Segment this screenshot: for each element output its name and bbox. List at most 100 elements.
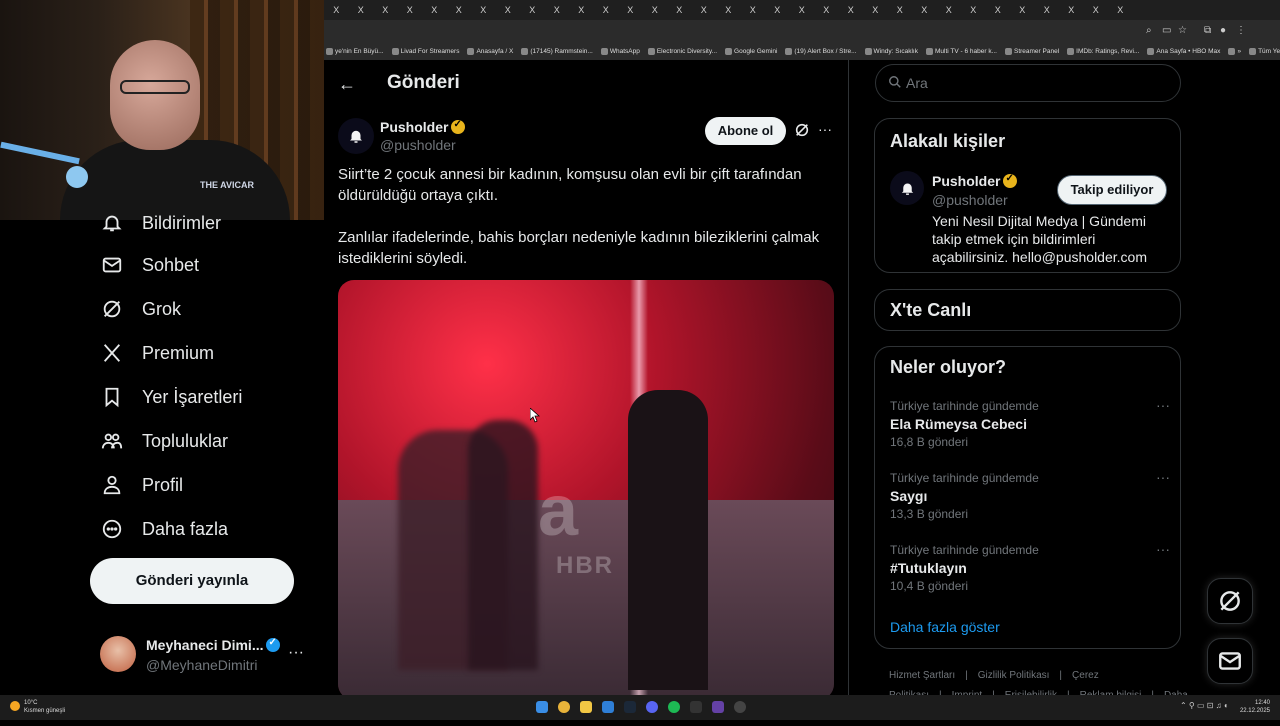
browser-tab[interactable]: X [937, 5, 962, 15]
more-dots-icon[interactable]: ··· [818, 121, 832, 137]
browser-tab[interactable]: X [1010, 5, 1035, 15]
browser-tab[interactable]: X [839, 5, 864, 15]
bookmark-item[interactable]: IMDb: Ratings, Revi... [1067, 47, 1139, 55]
search-input[interactable]: Ara [875, 64, 1181, 102]
browser-tab[interactable]: X [692, 5, 717, 15]
trend-item[interactable]: Türkiye tarihinde gündemde Ela Rümeysa C… [890, 397, 1170, 449]
bookmark-item[interactable]: Ana Sayfa • HBO Max [1147, 47, 1220, 55]
browser-tab[interactable]: X [741, 5, 766, 15]
browser-tab[interactable]: X [716, 5, 741, 15]
nav-item-more[interactable]: Daha fazla [100, 517, 228, 541]
nav-item-bookmarks[interactable]: Yer İşaretleri [100, 385, 242, 409]
nav-item-notifications[interactable]: Bildirimler [100, 211, 221, 235]
star-icon[interactable]: ☆ [1178, 25, 1187, 36]
trend-item[interactable]: Türkiye tarihinde gündemde Saygı 13,3 B … [890, 469, 1170, 521]
more-dots-icon[interactable]: ··· [1156, 469, 1170, 485]
grok-icon[interactable] [794, 122, 810, 143]
browser-tab[interactable]: X [520, 5, 545, 15]
app-icon[interactable] [690, 701, 702, 713]
bookmark-item[interactable]: (19) Alert Box / Stre... [785, 47, 857, 55]
more-dots-icon[interactable]: ··· [1156, 541, 1170, 557]
account-avatar[interactable] [338, 118, 374, 154]
browser-tab[interactable]: X [447, 5, 472, 15]
system-tray[interactable]: ⌃ ⚲ ▭ ⊡ ♫ ◐ [1180, 701, 1229, 710]
x-live-card[interactable]: X'te Canlı [874, 289, 1181, 331]
related-avatar[interactable] [890, 171, 924, 205]
grok-fab-button[interactable] [1207, 578, 1253, 624]
browser-tab[interactable]: X [398, 5, 423, 15]
browser-tab[interactable]: X [888, 5, 913, 15]
related-handle[interactable]: @pusholder [932, 192, 1008, 208]
bookmark-item[interactable]: WhatsApp [600, 47, 640, 55]
browser-tab[interactable]: X [324, 5, 349, 15]
profile-avatar-icon[interactable]: ● [1220, 25, 1226, 36]
browser-tab[interactable]: X [422, 5, 447, 15]
nav-item-premium[interactable]: Premium [100, 341, 214, 365]
browser-tab[interactable]: X [618, 5, 643, 15]
browser-tab[interactable]: X [814, 5, 839, 15]
bookmark-item[interactable]: Google Gemini [725, 47, 777, 55]
nav-item-grok[interactable]: Grok [100, 297, 181, 321]
bookmark-item[interactable]: Streamer Panel [1004, 47, 1059, 55]
clock[interactable]: 12:40 22.12.2025 [1240, 699, 1270, 715]
following-button[interactable]: Takip ediliyor [1057, 175, 1167, 205]
messages-fab-button[interactable] [1207, 638, 1253, 684]
zoom-icon[interactable]: ⌕ [1146, 25, 1152, 36]
cast-icon[interactable]: ▭ [1162, 25, 1171, 36]
browser-tab[interactable]: X [471, 5, 496, 15]
browser-tab[interactable]: X [373, 5, 398, 15]
app-icon[interactable] [712, 701, 724, 713]
bookmark-item[interactable]: Livad For Streamers [391, 47, 459, 55]
bookmark-item[interactable]: Electronic Diversity... [647, 47, 717, 55]
more-dots-icon[interactable]: ··· [1156, 397, 1170, 413]
more-dots-icon[interactable]: ··· [288, 644, 304, 662]
app-icon[interactable] [602, 701, 614, 713]
browser-tab[interactable]: X [1035, 5, 1060, 15]
browser-tab[interactable]: X [1084, 5, 1109, 15]
footer-link[interactable]: Hizmet Şartları [889, 670, 955, 681]
chrome-icon[interactable] [558, 701, 570, 713]
discord-icon[interactable] [646, 701, 658, 713]
footer-link[interactable]: Gizlilik Politikası [978, 670, 1050, 681]
browser-tab[interactable]: X [667, 5, 692, 15]
browser-tab[interactable]: X [1059, 5, 1084, 15]
bookmark-item[interactable]: Anasayfa / X [467, 47, 513, 55]
post-video[interactable]: a HBR [338, 280, 834, 695]
bookmark-item[interactable]: Multi TV - 6 haber k... [925, 47, 997, 55]
account-name[interactable]: Pusholder [380, 119, 466, 135]
extensions-icon[interactable]: ⧉ [1204, 25, 1211, 36]
bookmark-item[interactable]: Windy: Sıcaklık [864, 47, 918, 55]
browser-tab[interactable]: X [912, 5, 937, 15]
folder-icon[interactable] [580, 701, 592, 713]
post-button[interactable]: Gönderi yayınla [90, 558, 294, 604]
bookmark-item[interactable]: » [1228, 47, 1241, 55]
bookmark-item[interactable]: Tüm Yer İşaretleri [1249, 47, 1280, 55]
browser-tab[interactable]: X [1108, 5, 1133, 15]
start-icon[interactable] [536, 701, 548, 713]
bookmark-item[interactable]: ye'nin En Büyü... [326, 47, 384, 55]
spotify-icon[interactable] [668, 701, 680, 713]
browser-tab[interactable]: X [863, 5, 888, 15]
browser-tab[interactable]: X [594, 5, 619, 15]
bookmark-item[interactable]: (17145) Rammstein... [521, 47, 593, 55]
account-switcher[interactable]: Meyhaneci Dimi... @MeyhaneDimitri ··· [100, 636, 310, 676]
subscribe-button[interactable]: Abone ol [705, 117, 786, 145]
account-handle[interactable]: @pusholder [380, 137, 456, 153]
browser-tab[interactable]: X [349, 5, 374, 15]
browser-tab[interactable]: X [643, 5, 668, 15]
browser-tab[interactable]: X [961, 5, 986, 15]
nav-item-communities[interactable]: Topluluklar [100, 429, 228, 453]
nav-item-profile[interactable]: Profil [100, 473, 183, 497]
menu-icon[interactable]: ⋮ [1236, 25, 1246, 36]
browser-tab[interactable]: X [790, 5, 815, 15]
nav-item-chat[interactable]: Sohbet [100, 253, 199, 277]
browser-tab[interactable]: X [496, 5, 521, 15]
back-arrow-icon[interactable]: ← [338, 74, 356, 95]
steam-icon[interactable] [624, 701, 636, 713]
obs-icon[interactable] [734, 701, 746, 713]
show-more-link[interactable]: Daha fazla göster [890, 619, 1000, 635]
browser-tab[interactable]: X [545, 5, 570, 15]
browser-tab[interactable]: X [986, 5, 1011, 15]
browser-tab[interactable]: X [569, 5, 594, 15]
trend-item[interactable]: Türkiye tarihinde gündemde #Tutuklayın 1… [890, 541, 1170, 593]
